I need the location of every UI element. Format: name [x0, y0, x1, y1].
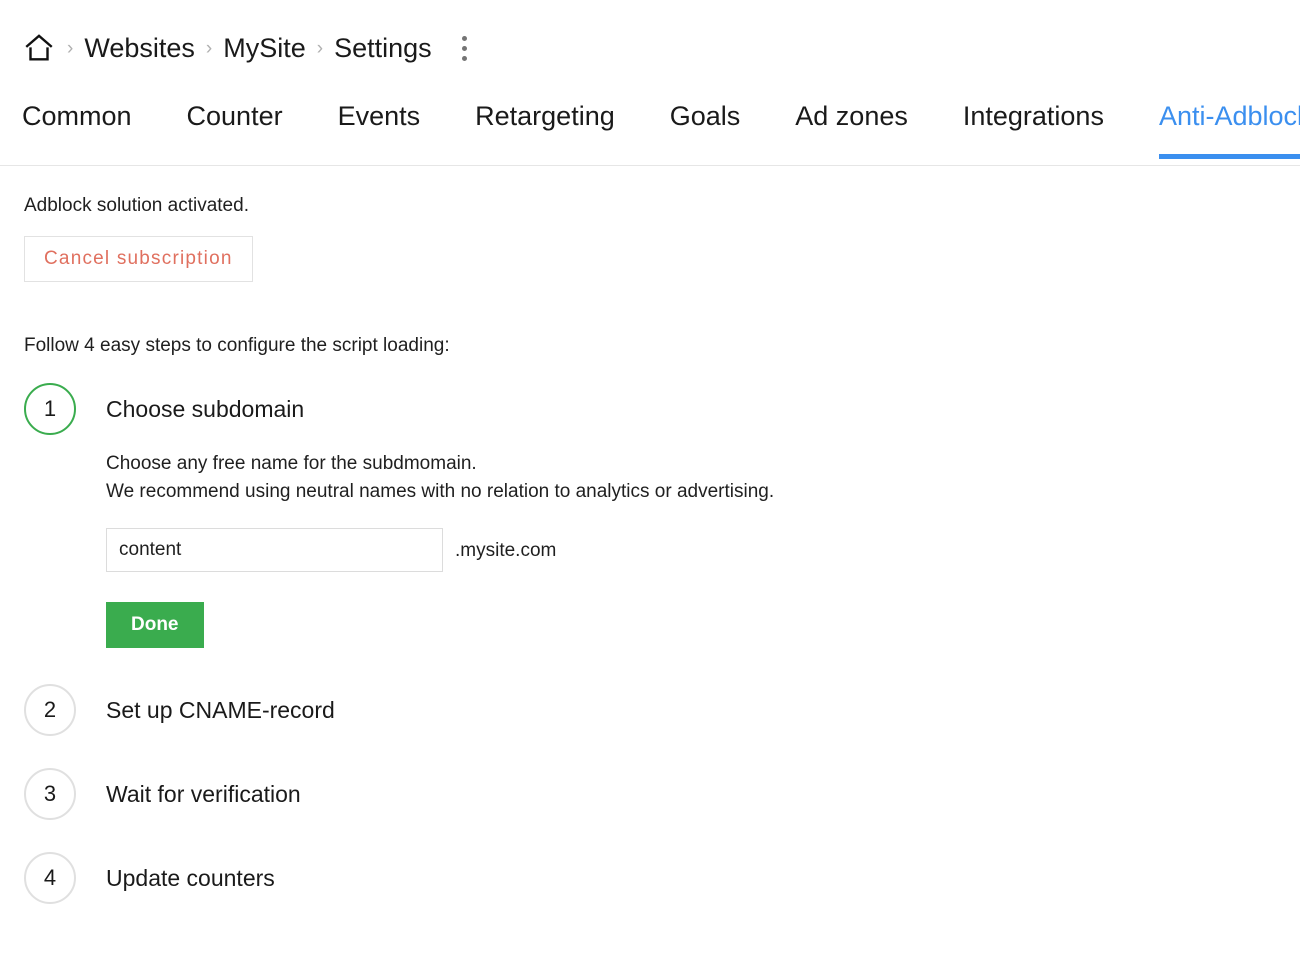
- breadcrumb-separator-1: ›: [67, 39, 73, 58]
- setup-steps: 1 Choose subdomain Choose any free name …: [24, 383, 1300, 904]
- step-4[interactable]: 4 Update counters: [24, 852, 1300, 904]
- step-1-hint-line-1: Choose any free name for the subdmomain.: [106, 450, 1300, 478]
- step-3-number: 3: [24, 768, 76, 820]
- kebab-dot: [462, 46, 467, 51]
- breadcrumb-item-settings[interactable]: Settings: [334, 35, 432, 62]
- step-gap: [24, 736, 1300, 768]
- step-2-number: 2: [24, 684, 76, 736]
- step-1-hint-line-2: We recommend using neutral names with no…: [106, 478, 1300, 506]
- home-icon-svg: [22, 31, 56, 65]
- step-2-title[interactable]: Set up CNAME-record: [106, 699, 335, 722]
- tab-events[interactable]: Events: [338, 96, 421, 158]
- step-3[interactable]: 3 Wait for verification: [24, 768, 1300, 820]
- settings-tabs: Common Counter Events Retargeting Goals …: [0, 96, 1300, 166]
- step-1-number: 1: [24, 383, 76, 435]
- tab-retargeting[interactable]: Retargeting: [475, 96, 615, 158]
- subdomain-input[interactable]: [106, 528, 443, 572]
- step-4-title[interactable]: Update counters: [106, 867, 275, 890]
- tab-goals[interactable]: Goals: [670, 96, 741, 158]
- instructions-text: Follow 4 easy steps to configure the scr…: [24, 336, 1300, 355]
- breadcrumb-item-mysite[interactable]: MySite: [223, 35, 306, 62]
- home-icon[interactable]: [22, 31, 56, 65]
- step-2[interactable]: 2 Set up CNAME-record: [24, 684, 1300, 736]
- step-1[interactable]: 1 Choose subdomain: [24, 383, 1300, 435]
- step-1-body: Choose any free name for the subdmomain.…: [106, 435, 1300, 684]
- anti-adblock-panel: Adblock solution activated. Cancel subsc…: [0, 166, 1300, 904]
- done-button[interactable]: Done: [106, 602, 204, 648]
- tab-integrations[interactable]: Integrations: [963, 96, 1104, 158]
- status-text: Adblock solution activated.: [24, 166, 1300, 215]
- kebab-dot: [462, 56, 467, 61]
- tab-ad-zones[interactable]: Ad zones: [795, 96, 908, 158]
- kebab-dot: [462, 36, 467, 41]
- subdomain-row: .mysite.com: [106, 528, 1300, 572]
- domain-suffix-label: .mysite.com: [455, 541, 556, 560]
- tab-counter[interactable]: Counter: [187, 96, 283, 158]
- cancel-subscription-button[interactable]: Cancel subscription: [24, 236, 253, 282]
- breadcrumb-separator-3: ›: [317, 39, 323, 58]
- step-1-title[interactable]: Choose subdomain: [106, 398, 304, 421]
- step-3-title[interactable]: Wait for verification: [106, 783, 301, 806]
- tab-common[interactable]: Common: [22, 96, 132, 158]
- breadcrumb-separator-2: ›: [206, 39, 212, 58]
- kebab-menu-icon[interactable]: [454, 33, 476, 63]
- step-4-number: 4: [24, 852, 76, 904]
- tab-anti-adblock[interactable]: Anti-Adblock: [1159, 96, 1300, 158]
- step-gap: [24, 820, 1300, 852]
- breadcrumb: › Websites › MySite › Settings: [0, 0, 1300, 96]
- breadcrumb-item-websites[interactable]: Websites: [84, 35, 195, 62]
